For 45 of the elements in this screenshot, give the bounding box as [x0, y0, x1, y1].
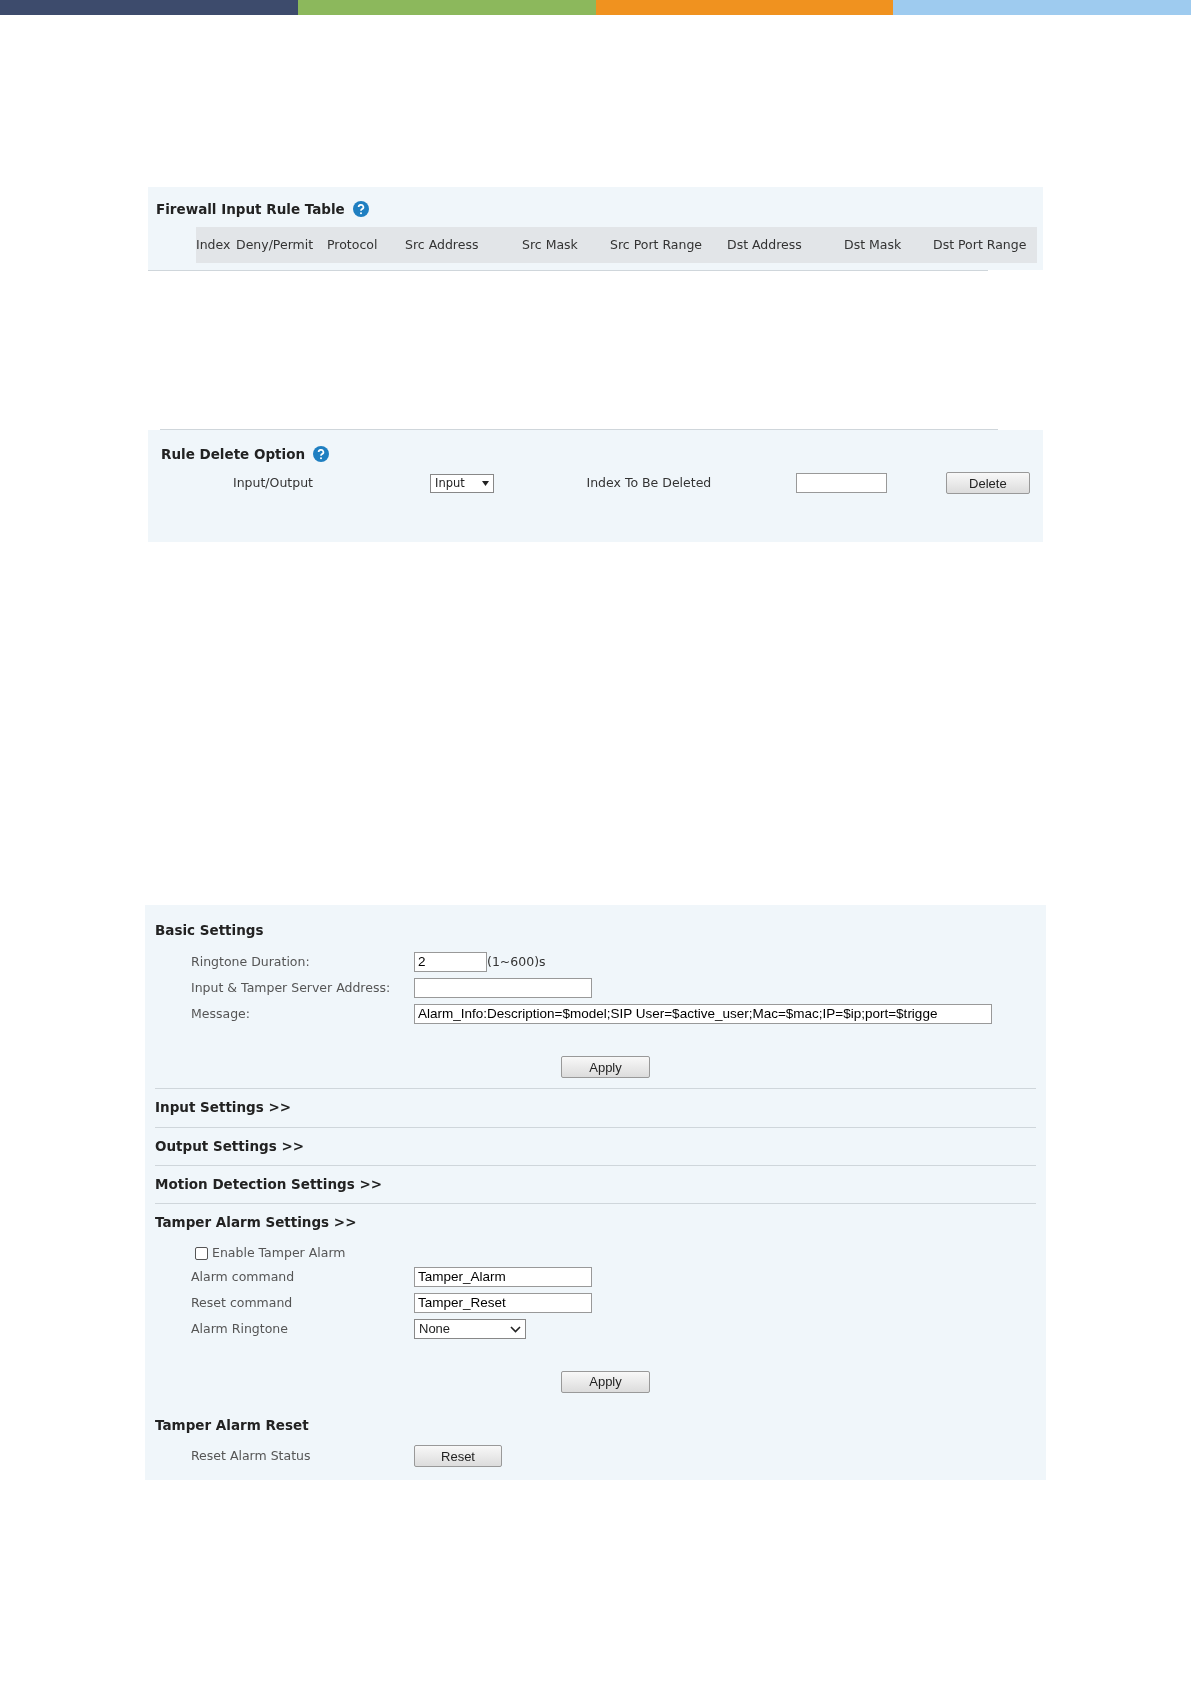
unit-label: (1~600)s: [487, 952, 546, 971]
text-field[interactable]: [414, 978, 592, 999]
apply-button[interactable]: Apply: [561, 1371, 650, 1393]
field-label: Input/Output: [233, 473, 314, 492]
section-title[interactable]: Input Settings >>: [155, 1097, 1036, 1118]
field-label: Input & Tamper Server Address:: [191, 978, 392, 997]
dropdown-arrow-icon: [481, 480, 489, 486]
apply-button[interactable]: Apply: [561, 1056, 650, 1079]
column-header: Deny/Permit: [236, 235, 315, 254]
section-title: Rule Delete Option: [161, 445, 306, 464]
column-header: Dst Address: [727, 235, 803, 254]
index-field[interactable]: [795, 473, 887, 494]
table-title: Firewall Input Rule Table: [156, 200, 345, 219]
chevron-icon: [510, 1325, 521, 1333]
section-title[interactable]: Tamper Alarm Settings >>: [155, 1212, 1036, 1233]
help-icon[interactable]: [313, 446, 330, 463]
field-label: Alarm Ringtone: [191, 1319, 289, 1338]
field-label: Index To Be Deleted: [586, 473, 713, 492]
text-field[interactable]: 2: [414, 952, 487, 973]
section-title[interactable]: Output Settings >>: [155, 1135, 1036, 1156]
column-header: Dst Mask: [844, 235, 903, 254]
ringtone-select[interactable]: None: [414, 1319, 526, 1339]
column-header: Dst Port Range: [933, 235, 1028, 254]
field-label: Ringtone Duration:: [191, 952, 311, 971]
input-output-select[interactable]: Input: [430, 473, 494, 493]
text-field[interactable]: Tamper_Alarm: [414, 1267, 592, 1287]
column-header: Src Port Range: [610, 235, 704, 254]
help-icon[interactable]: [352, 201, 369, 218]
section-title[interactable]: Motion Detection Settings >>: [155, 1173, 1036, 1194]
column-header: Index: [196, 235, 232, 254]
delete-button[interactable]: Delete: [945, 472, 1030, 495]
section-title: Tamper Alarm Reset: [155, 1416, 310, 1435]
section-title: Basic Settings: [155, 921, 265, 940]
field-label: Alarm command: [191, 1267, 296, 1286]
enable-checkbox[interactable]: [195, 1247, 208, 1261]
column-header: Src Address: [405, 235, 480, 254]
text-field[interactable]: Alarm_Info:Description=$model;SIP User=$active_user;Mac=$mac;IP=$ip;port=$trigge: [414, 1004, 992, 1025]
checkbox-label: Enable Tamper Alarm: [212, 1244, 346, 1263]
field-label: Reset command: [191, 1293, 294, 1312]
column-header: Src Mask: [522, 235, 579, 254]
reset-button[interactable]: Reset: [414, 1445, 502, 1468]
field-label: Reset Alarm Status: [191, 1446, 312, 1465]
field-label: Message:: [191, 1004, 251, 1023]
column-header: Protocol: [327, 235, 379, 254]
text-field[interactable]: Tamper_Reset: [414, 1293, 592, 1313]
